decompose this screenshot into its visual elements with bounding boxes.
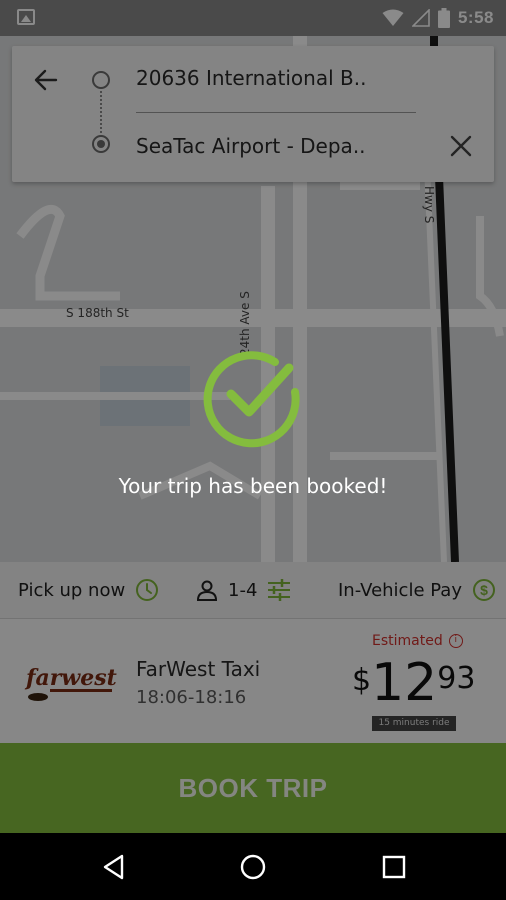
booking-confirmed-message: Your trip has been booked! — [118, 474, 388, 498]
booking-confirmation: Your trip has been booked! — [0, 348, 506, 498]
navigation-bar — [0, 833, 506, 900]
check-circle-icon — [203, 351, 300, 448]
home-circle-icon[interactable] — [239, 853, 267, 881]
back-triangle-icon[interactable] — [100, 853, 128, 881]
recents-square-icon[interactable] — [380, 853, 408, 881]
